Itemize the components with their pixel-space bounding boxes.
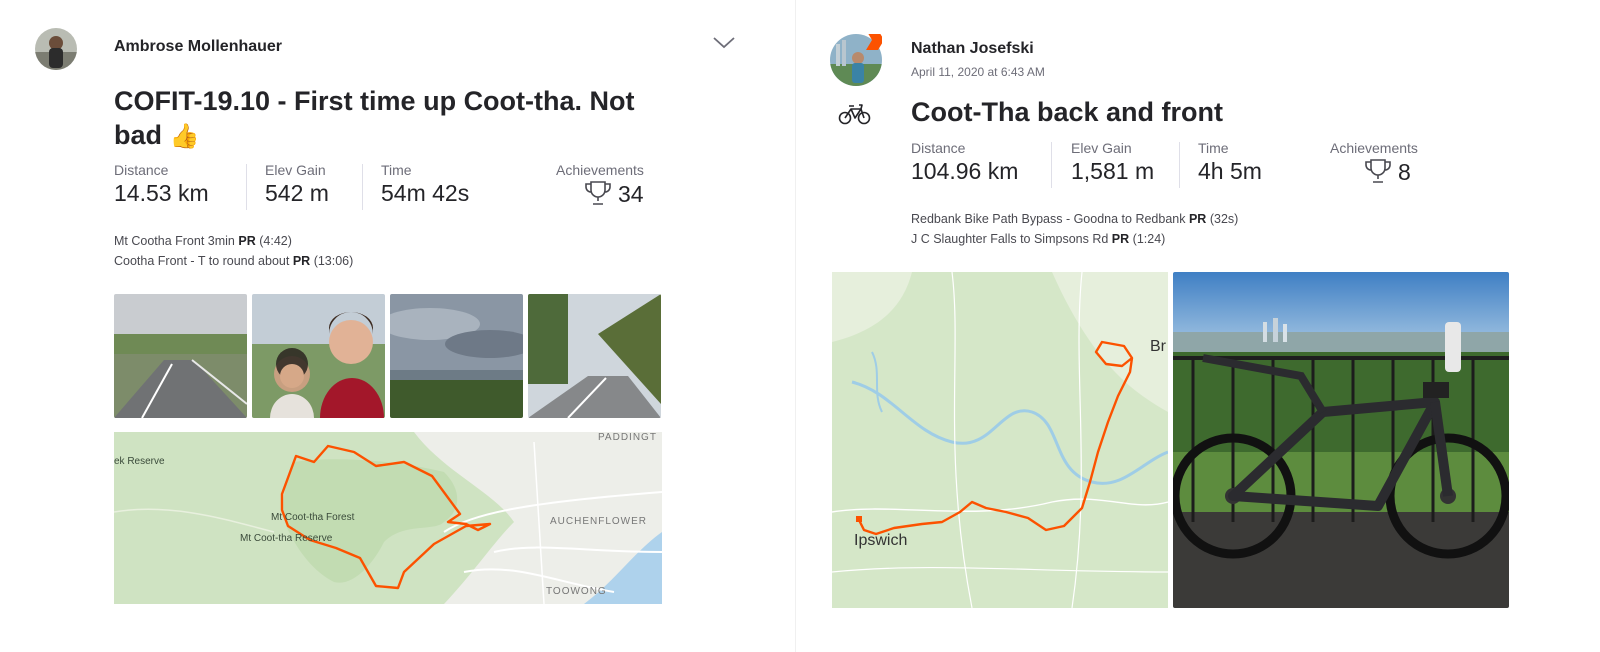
feed-divider: [795, 0, 796, 652]
segment-effort[interactable]: J C Slaughter Falls to Simpsons Rd PR (1…: [911, 232, 1165, 246]
route-map[interactable]: ek Reserve Mt Coot-tha Forest Mt Coot-th…: [114, 432, 662, 604]
athlete-name[interactable]: Ambrose Mollenhauer: [114, 38, 282, 56]
premium-badge-icon: [866, 34, 882, 50]
stat-achievements[interactable]: Achievements 34: [556, 162, 644, 212]
stat-elev-gain: Elev Gain 542 m: [265, 162, 329, 206]
map-label: ek Reserve: [114, 456, 165, 467]
stat-time: Time 4h 5m: [1198, 140, 1262, 184]
avatar[interactable]: [830, 34, 882, 86]
stat-divider: [1179, 142, 1180, 188]
activity-date: April 11, 2020 at 6:43 AM: [911, 65, 1045, 79]
map-label: Mt Coot-tha Forest: [271, 512, 355, 523]
route-map[interactable]: Ipswich Br: [832, 272, 1168, 608]
pr-badge: PR: [238, 234, 256, 248]
segment-effort[interactable]: Cootha Front - T to round about PR (13:0…: [114, 254, 353, 268]
segment-effort[interactable]: Redbank Bike Path Bypass - Goodna to Red…: [911, 212, 1238, 226]
map-label: Ipswich: [854, 532, 908, 549]
pr-badge: PR: [1111, 232, 1130, 246]
stat-divider: [246, 164, 247, 210]
stat-achievements[interactable]: Achievements 8: [1330, 140, 1418, 190]
bike-icon: [838, 103, 872, 125]
stat-divider: [1051, 142, 1052, 188]
map-label: Mt Coot-tha Reserve: [240, 533, 333, 544]
segment-effort[interactable]: Mt Cootha Front 3min PR (4:42): [114, 234, 292, 248]
achievements-count: 8: [1398, 159, 1411, 186]
title-text-line2: bad: [114, 120, 163, 150]
thumbs-up-icon: 👍: [169, 123, 200, 150]
activity-photo[interactable]: [252, 294, 385, 418]
stat-distance: Distance 14.53 km: [114, 162, 209, 206]
stat-distance: Distance 104.96 km: [911, 140, 1019, 184]
athlete-name[interactable]: Nathan Josefski: [911, 40, 1034, 58]
avatar[interactable]: [35, 28, 77, 70]
pr-badge: PR: [292, 254, 311, 268]
activity-photo[interactable]: [1173, 272, 1509, 608]
chevron-down-icon[interactable]: [712, 34, 736, 50]
activity-card-2: Nathan Josefski April 11, 2020 at 6:43 A…: [800, 0, 1600, 652]
activity-photo[interactable]: [528, 294, 661, 418]
trophy-icon: [584, 180, 612, 212]
stat-divider: [362, 164, 363, 210]
map-label: AUCHENFLOWER: [550, 516, 648, 527]
pr-badge: PR: [1188, 212, 1207, 226]
trophy-icon: [1364, 158, 1392, 190]
activity-photo[interactable]: [114, 294, 247, 418]
activity-title[interactable]: COFIT-19.10 - First time up Coot-tha. No…: [114, 84, 674, 154]
activity-card-1: Ambrose Mollenhauer COFIT-19.10 - First …: [0, 0, 790, 652]
map-label: TOOWONG: [546, 586, 607, 597]
activity-photo[interactable]: [390, 294, 523, 418]
achievements-count: 34: [618, 181, 644, 208]
stat-time: Time 54m 42s: [381, 162, 470, 206]
title-text: COFIT-19.10 - First time up Coot-tha. No…: [114, 86, 635, 116]
map-label: PADDINGT: [598, 432, 657, 443]
activity-title[interactable]: Coot-Tha back and front: [911, 95, 1223, 129]
stat-elev-gain: Elev Gain 1,581 m: [1071, 140, 1155, 184]
map-label: Br: [1150, 338, 1166, 355]
